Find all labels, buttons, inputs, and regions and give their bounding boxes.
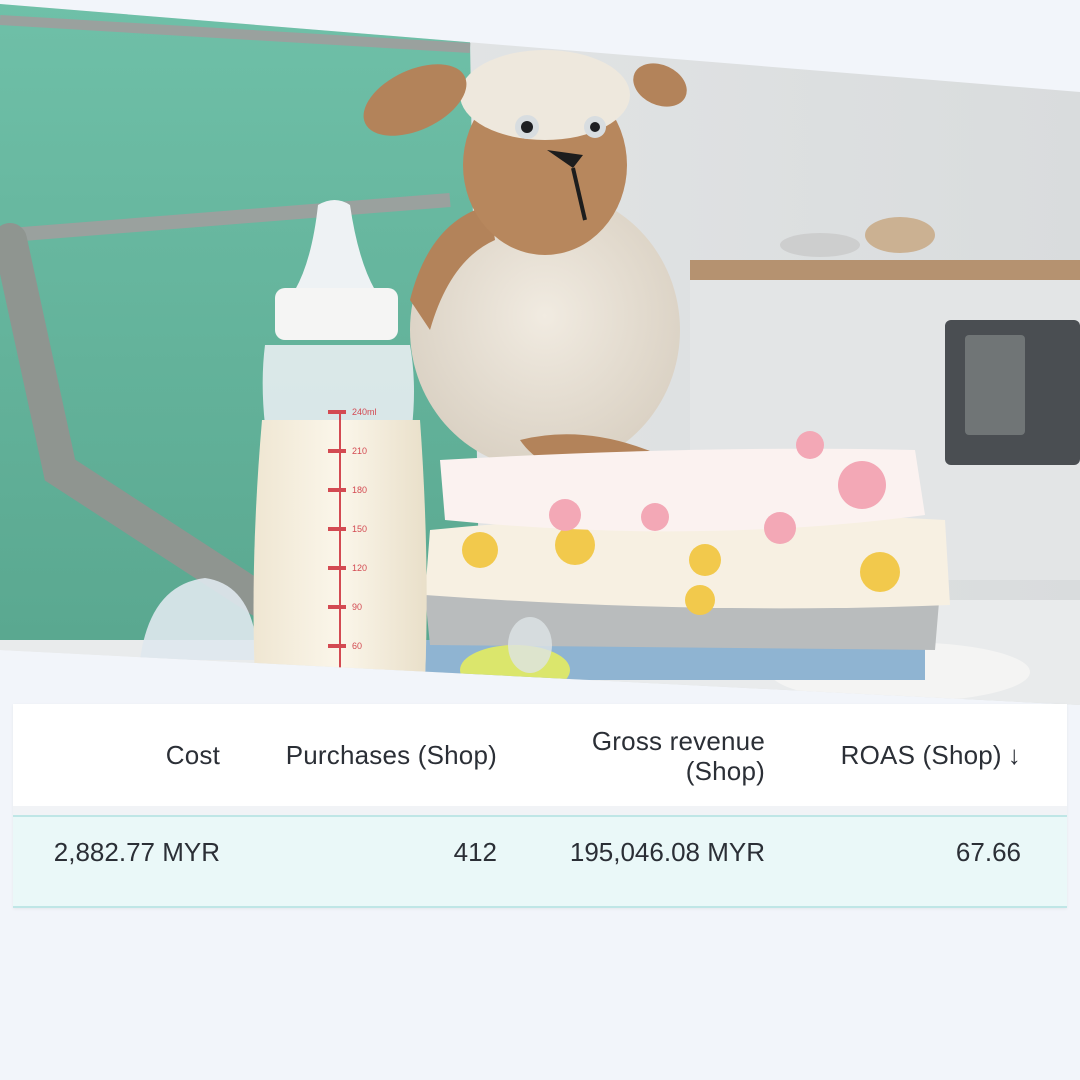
- column-header-gross-revenue[interactable]: Gross revenue (Shop): [513, 726, 765, 786]
- sort-descending-icon[interactable]: ↓: [1008, 740, 1021, 770]
- cell-gross-revenue: 195,046.08 MYR: [569, 837, 765, 867]
- metrics-table: Cost Purchases (Shop) Gross revenue (Sho…: [13, 704, 1067, 908]
- product-photo: 240ml 210 180 150 120 90 60: [0, 4, 1080, 705]
- column-header-roas[interactable]: ROAS (Shop) ↓: [783, 740, 1021, 770]
- table-row[interactable]: 2,882.77 MYR 412 195,046.08 MYR 67.66: [13, 815, 1067, 908]
- table-header-row: Cost Purchases (Shop) Gross revenue (Sho…: [13, 704, 1067, 806]
- column-header-roas-label: ROAS (Shop): [840, 740, 1002, 770]
- bottle-marking: 150: [352, 524, 367, 534]
- bottle-marking: 180: [352, 485, 367, 495]
- header-divider: [13, 806, 1067, 815]
- bottle-marking: 240ml: [352, 407, 377, 417]
- bottle-marking: 210: [352, 446, 367, 456]
- bottle-marking: 120: [352, 563, 367, 573]
- column-header-cost[interactable]: Cost: [13, 740, 220, 770]
- kitchen-counter: [690, 260, 1080, 280]
- column-header-gross-revenue-line2: (Shop): [685, 756, 765, 786]
- baby-essentials-illustration: 240ml 210 180 150 120 90 60: [0, 4, 1080, 705]
- bottle-marking: 60: [352, 641, 362, 651]
- column-header-gross-revenue-line1: Gross revenue: [591, 726, 765, 756]
- cell-purchases: 412: [453, 837, 497, 867]
- folded-baby-clothes: [425, 431, 950, 680]
- cell-cost: 2,882.77 MYR: [53, 837, 220, 867]
- bottle-marking: 90: [352, 602, 362, 612]
- column-header-purchases[interactable]: Purchases (Shop): [243, 740, 497, 770]
- cell-roas: 67.66: [955, 837, 1021, 867]
